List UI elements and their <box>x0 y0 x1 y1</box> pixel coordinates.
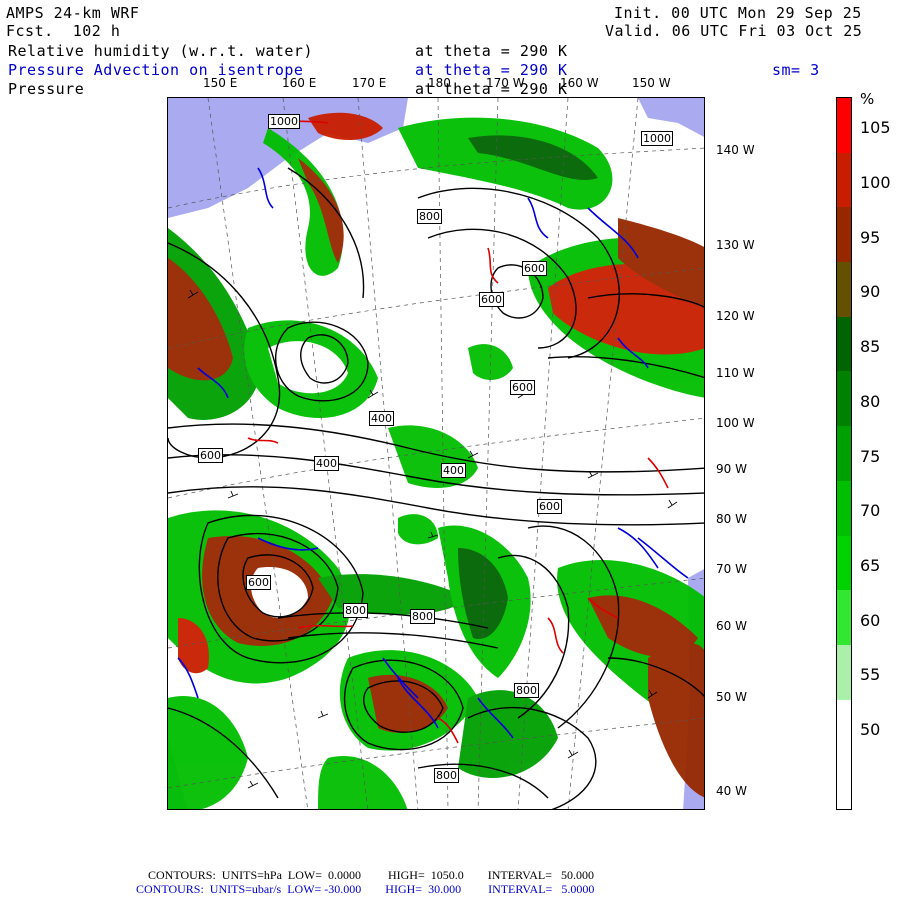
map-panel: 1000 1000 800 600 600 600 400 600 400 60… <box>167 97 705 810</box>
lon-label: 150 E <box>203 76 238 90</box>
init-time: Init. 00 UTC Mon 29 Sep 25 <box>614 4 862 22</box>
field3-label: Pressure <box>8 80 85 98</box>
colorbar-label: 85 <box>860 337 881 357</box>
colorbar-segment <box>837 316 851 372</box>
colorbar-segment <box>837 262 851 318</box>
colorbar-label: 90 <box>860 282 881 302</box>
lon-label: 170 E <box>352 76 387 90</box>
colorbar-label: 75 <box>860 446 881 466</box>
contour-label: 600 <box>479 292 504 307</box>
colorbar-label: 65 <box>860 555 881 575</box>
contour-label: 800 <box>410 609 435 624</box>
lon-label-right: 50 W <box>716 690 747 704</box>
field1-level: at theta = 290 K <box>415 42 568 60</box>
colorbar-segment <box>837 480 851 537</box>
lon-label-right: 40 W <box>716 784 747 798</box>
colorbar-segment <box>837 699 851 755</box>
lon-label: 150 W <box>632 76 671 90</box>
contour-label: 1000 <box>268 114 300 129</box>
model-title: AMPS 24-km WRF <box>6 4 140 22</box>
colorbar <box>836 97 852 810</box>
contour-label: 600 <box>510 380 535 395</box>
contour-label: 400 <box>441 463 466 478</box>
lon-label-right: 90 W <box>716 462 747 476</box>
contour-label: 600 <box>246 575 271 590</box>
contour-label: 600 <box>537 499 562 514</box>
colorbar-label: 55 <box>860 665 881 685</box>
lon-label-right: 130 W <box>716 238 755 252</box>
colorbar-segment <box>837 754 851 810</box>
colorbar-segment <box>837 426 851 482</box>
contour-label: 800 <box>434 768 459 783</box>
colorbar-label: 50 <box>860 719 881 739</box>
lon-label: 170 W <box>486 76 525 90</box>
contour-label: 400 <box>369 411 394 426</box>
forecast-hour: Fcst. 102 h <box>6 22 121 40</box>
colorbar-label: 80 <box>860 391 881 411</box>
colorbar-label: 95 <box>860 227 881 247</box>
colorbar-segment <box>837 590 851 646</box>
lon-label: 160 E <box>282 76 317 90</box>
colorbar-segment <box>837 371 851 427</box>
contour-info-pressure: CONTOURS: UNITS=hPa LOW= 0.0000 HIGH= 10… <box>148 868 594 882</box>
colorbar-label: 60 <box>860 610 881 630</box>
contour-label: 1000 <box>641 131 673 146</box>
lon-label-right: 140 W <box>716 143 755 157</box>
field1-label: Relative humidity (w.r.t. water) <box>8 42 313 60</box>
colorbar-label: 105 <box>860 118 891 138</box>
lon-label-right: 60 W <box>716 619 747 633</box>
lon-label: 160 W <box>560 76 599 90</box>
contour-info-advection: CONTOURS: UNITS=ubar/s LOW= -30.000 HIGH… <box>136 882 595 896</box>
map-graphic <box>168 98 704 809</box>
contour-label: 600 <box>522 261 547 276</box>
lon-label-right: 110 W <box>716 366 755 380</box>
colorbar-segment <box>837 644 851 701</box>
colorbar-segment <box>837 207 851 263</box>
contour-label: 800 <box>514 683 539 698</box>
valid-time: Valid. 06 UTC Fri 03 Oct 25 <box>605 22 863 40</box>
colorbar-segment <box>837 535 851 591</box>
colorbar-unit: % <box>860 90 875 108</box>
field2-label: Pressure Advection on isentrope <box>8 61 304 79</box>
contour-label: 800 <box>343 603 368 618</box>
lon-label: 180 <box>428 76 451 90</box>
contour-label: 600 <box>198 448 223 463</box>
lon-label-right: 100 W <box>716 416 755 430</box>
smoothing-label: sm= 3 <box>772 61 820 79</box>
lon-label-right: 70 W <box>716 562 747 576</box>
colorbar-segment <box>837 152 851 208</box>
contour-label: 800 <box>417 209 442 224</box>
lon-label-right: 120 W <box>716 309 755 323</box>
lon-label-right: 80 W <box>716 512 747 526</box>
colorbar-label: 70 <box>860 501 881 521</box>
colorbar-label: 100 <box>860 173 891 193</box>
contour-label: 400 <box>314 456 339 471</box>
colorbar-segment <box>837 98 851 154</box>
